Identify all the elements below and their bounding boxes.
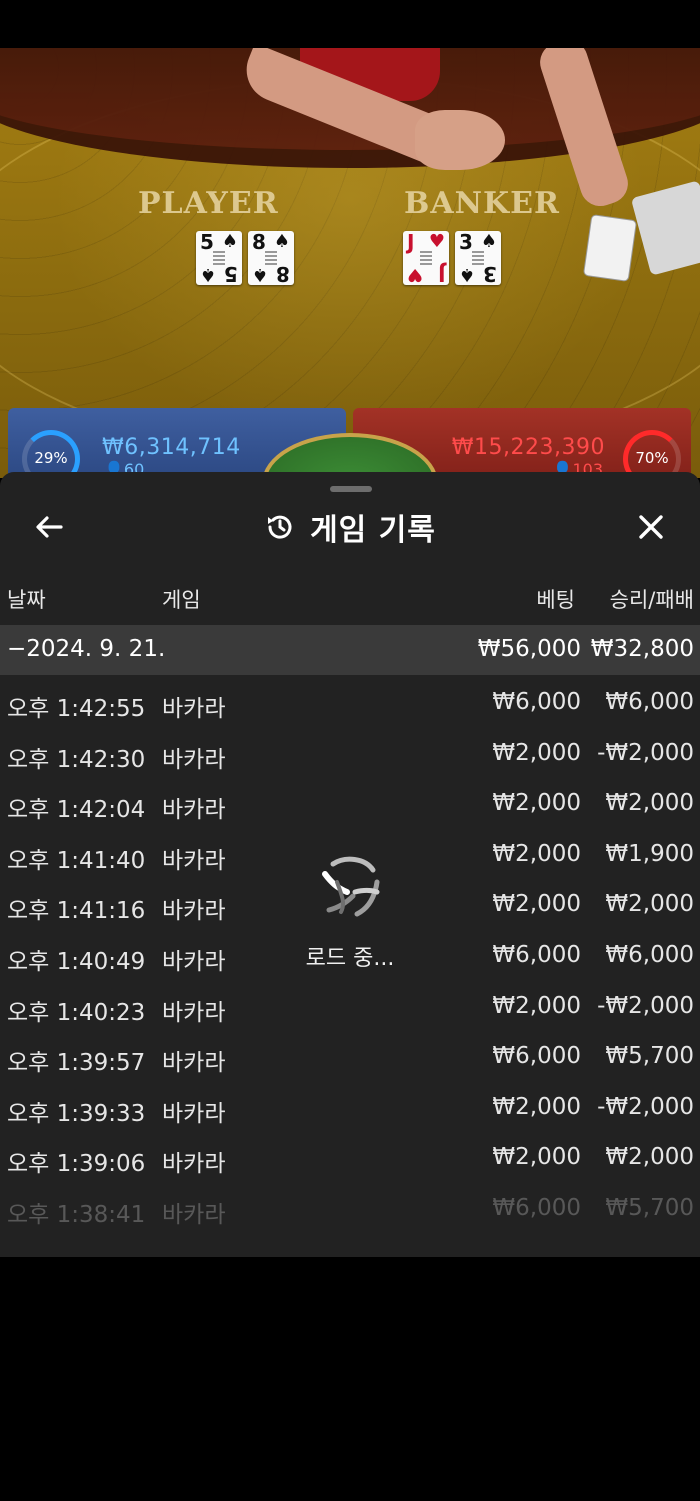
day-bet-total: ₩56,000 (477, 636, 581, 662)
row-result: ₩2,000 (605, 1144, 694, 1171)
day-result-total: ₩32,800 (590, 636, 694, 662)
history-icon (268, 515, 292, 539)
player-card-1: 5 ♠ 5 ♠ (196, 231, 242, 286)
history-row[interactable]: 오후 1:39:33 바카라 ₩2,000 -₩2,000 (0, 1082, 700, 1132)
row-bet: ₩2,000 (492, 790, 581, 817)
row-bet: ₩2,000 (492, 840, 581, 867)
player-label: PLAYER (138, 186, 279, 221)
row-time: 오후 1:39:33 (7, 1100, 146, 1127)
banker-hand: J ♥ J ♥ 3 ♠ 3 ♠ (403, 231, 501, 286)
column-date: 날짜 (7, 588, 46, 612)
row-time: 오후 1:41:40 (7, 847, 146, 874)
loading-text: 로드 중... (305, 946, 395, 971)
row-bet: ₩6,000 (492, 1195, 581, 1221)
history-row[interactable]: 오후 1:42:55 바카라 ₩6,000 ₩6,000 (0, 677, 700, 727)
row-bet: ₩2,000 (492, 1093, 581, 1120)
live-table-video: PLAYER BANKER 5 ♠ 5 ♠ 8 ♠ 8 ♠ J ♥ J ♥ 3 ♠ (0, 48, 700, 478)
row-bet: ₩6,000 (492, 942, 581, 968)
history-row[interactable]: 오후 1:40:23 바카라 ₩2,000 -₩2,000 (0, 981, 700, 1031)
row-bet: ₩6,000 (492, 1043, 581, 1070)
player-total-bet: ₩6,314,714 (102, 435, 241, 460)
sheet-header: 게임 기록 (0, 502, 700, 552)
row-bet: ₩2,000 (492, 992, 581, 1019)
row-bet: ₩6,000 (492, 689, 581, 715)
row-time: 오후 1:39:06 (7, 1151, 146, 1178)
sheet-title: 게임 기록 (310, 513, 436, 548)
row-game: 바카라 (162, 949, 226, 975)
row-result: ₩1,900 (605, 840, 694, 867)
column-header: 날짜 게임 베팅 승리/패배 (0, 584, 700, 616)
row-time: 오후 1:40:23 (7, 999, 146, 1026)
banker-percent-ring: 70% (623, 430, 681, 478)
loading-spinner-icon (322, 856, 380, 917)
row-bet: ₩2,000 (492, 891, 581, 918)
title-wrap: 게임 기록 (0, 502, 700, 552)
sheet-drag-handle[interactable] (330, 486, 372, 492)
row-game: 바카라 (162, 999, 226, 1026)
column-result: 승리/패배 (609, 588, 694, 612)
row-time: 오후 1:41:16 (7, 898, 146, 925)
close-icon[interactable] (636, 512, 666, 542)
banker-card-1: J ♥ J ♥ (403, 231, 449, 286)
row-game: 바카라 (162, 696, 226, 722)
history-row[interactable]: 오후 1:42:04 바카라 ₩2,000 ₩2,000 (0, 778, 700, 828)
player-percent-ring: 29% (22, 430, 80, 478)
row-game: 바카라 (162, 1202, 226, 1228)
row-time: 오후 1:39:57 (7, 1050, 146, 1077)
row-result: ₩2,000 (605, 790, 694, 817)
day-date: −2024. 9. 21. (7, 636, 166, 662)
history-row[interactable]: 오후 1:39:06 바카라 ₩2,000 ₩2,000 (0, 1132, 700, 1182)
row-result: -₩2,000 (597, 1093, 694, 1120)
row-game: 바카라 (162, 847, 226, 874)
page: PLAYER BANKER 5 ♠ 5 ♠ 8 ♠ 8 ♠ J ♥ J ♥ 3 ♠ (0, 0, 700, 1501)
column-game: 게임 (162, 588, 201, 612)
loading-indicator: 로드 중... (300, 852, 400, 982)
player-card-2: 8 ♠ 8 ♠ (248, 231, 294, 286)
row-game: 바카라 (162, 898, 226, 925)
row-time: 오후 1:40:49 (7, 949, 146, 975)
banker-card-2: 3 ♠ 3 ♠ (455, 231, 501, 286)
row-game: 바카라 (162, 746, 226, 773)
history-row[interactable]: 오후 1:42:30 바카라 ₩2,000 -₩2,000 (0, 728, 700, 778)
day-summary-row[interactable]: −2024. 9. 21. ₩56,000 ₩32,800 (0, 625, 700, 675)
game-history-sheet: 게임 기록 날짜 게임 베팅 승리/패배 −2024. 9. 21. ₩56,0… (0, 472, 700, 1257)
column-bet: 베팅 (536, 588, 575, 612)
row-time: 오후 1:42:30 (7, 746, 146, 773)
banker-total-bet: ₩15,223,390 (451, 435, 605, 460)
row-time: 오후 1:42:04 (7, 797, 146, 824)
held-card (584, 215, 636, 281)
row-bet: ₩2,000 (492, 739, 581, 766)
row-result: ₩6,000 (605, 689, 694, 715)
row-result: ₩5,700 (605, 1043, 694, 1070)
row-result: -₩2,000 (597, 992, 694, 1019)
row-bet: ₩2,000 (492, 1144, 581, 1171)
row-game: 바카라 (162, 1050, 226, 1077)
row-result: ₩6,000 (605, 942, 694, 968)
row-game: 바카라 (162, 797, 226, 824)
row-result: ₩5,700 (605, 1195, 694, 1221)
row-game: 바카라 (162, 1100, 226, 1127)
dealer-left-hand (415, 110, 505, 170)
row-time: 오후 1:42:55 (7, 696, 146, 722)
row-game: 바카라 (162, 1151, 226, 1178)
player-hand: 5 ♠ 5 ♠ 8 ♠ 8 ♠ (196, 231, 294, 286)
history-row[interactable]: 오후 1:38:41 바카라 ₩6,000 ₩5,700 (0, 1183, 700, 1233)
back-arrow-icon[interactable] (34, 512, 64, 542)
history-row[interactable]: 오후 1:39:57 바카라 ₩6,000 ₩5,700 (0, 1031, 700, 1081)
row-result: -₩2,000 (597, 739, 694, 766)
banker-label: BANKER (404, 186, 560, 221)
row-time: 오후 1:38:41 (7, 1202, 146, 1228)
row-result: ₩2,000 (605, 891, 694, 918)
